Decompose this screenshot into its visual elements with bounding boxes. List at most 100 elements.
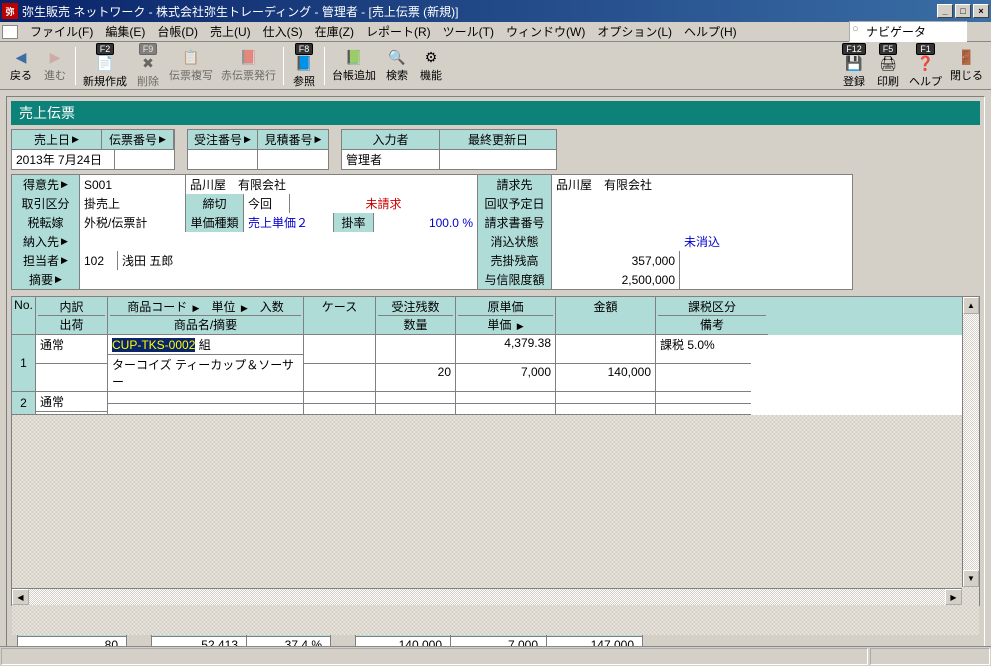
slip-no-value[interactable] xyxy=(115,150,174,169)
sale-date-value[interactable]: 2013年 7月24日 xyxy=(12,150,115,169)
toolbar: ◀戻る ▶進む F2📄新規作成 F9✖削除 📋伝票複写 📕赤伝票発行 F8📘参照… xyxy=(0,42,991,90)
back-button[interactable]: ◀戻る xyxy=(4,48,38,84)
receivable-value: 357,000 xyxy=(552,251,680,270)
search-button[interactable]: 🔍検索 xyxy=(380,48,414,84)
trade-type-label: 取引区分 xyxy=(12,194,80,213)
line-items-grid: No. 内訳出荷 商品コード ▶ 単位 ▶ 入数商品名/摘要 ケース 受注残数数… xyxy=(11,296,980,606)
clear-state-label: 消込状態 xyxy=(478,232,552,251)
unbilled-badge: 未請求 xyxy=(290,194,478,213)
delete-button[interactable]: F9✖削除 xyxy=(131,42,165,90)
menu-sales[interactable]: 売上(U) xyxy=(204,22,257,41)
product-code-cell[interactable]: CUP-TKS-0002 xyxy=(112,338,195,352)
scroll-down-icon[interactable]: ▼ xyxy=(963,570,979,587)
col-case: ケース xyxy=(304,297,376,335)
bill-to-value: 品川屋 有限会社 xyxy=(552,175,852,194)
rep-name[interactable]: 浅田 五郎 xyxy=(118,251,478,270)
col-remain-qty: 受注残数数量 xyxy=(376,297,456,335)
statusbar xyxy=(0,646,991,666)
col-detail-ship: 内訳出荷 xyxy=(36,297,108,335)
window-title: 弥生販売 ネットワーク - 株式会社弥生トレーディング - 管理者 - [売上伝… xyxy=(22,3,935,20)
tax-shift-label: 税転嫁 xyxy=(12,213,80,232)
bill-no-label: 請求書番号 xyxy=(478,213,552,232)
help-button[interactable]: F1❓ヘルプ xyxy=(905,42,946,90)
gear-icon: ⚙ xyxy=(421,49,441,67)
func-button[interactable]: ⚙機能 xyxy=(414,48,448,84)
menu-window[interactable]: ウィンドウ(W) xyxy=(500,22,591,41)
order-no-value[interactable] xyxy=(188,150,258,169)
price-type-value[interactable]: 売上単価２ xyxy=(244,213,334,232)
app-icon: 弥 xyxy=(2,3,18,19)
bill-to-label: 請求先 xyxy=(478,175,552,194)
quote-no-value[interactable] xyxy=(258,150,328,169)
collect-date-value[interactable] xyxy=(552,194,852,213)
table-row[interactable]: 2 通常 xyxy=(12,392,979,415)
price-type-label: 単価種類 xyxy=(186,213,244,232)
receivable-label: 売掛残高 xyxy=(478,251,552,270)
red-slip-button[interactable]: 📕赤伝票発行 xyxy=(217,48,280,84)
slip-no-label: 伝票番号▶ xyxy=(102,130,174,149)
rate-value[interactable]: 100.0 % xyxy=(374,213,478,232)
col-amount: 金額 xyxy=(556,297,656,335)
updated-value xyxy=(440,150,556,169)
table-row[interactable]: 1 通常 CUP-TKS-0002 組ターコイズ ティーカップ＆ソーサー 20 … xyxy=(12,335,979,392)
clear-state-value: 未消込 xyxy=(552,232,852,251)
menu-purchase[interactable]: 仕入(S) xyxy=(257,22,309,41)
register-button[interactable]: F12💾登録 xyxy=(837,42,871,90)
due-value[interactable]: 今回 xyxy=(244,194,290,213)
col-tax-remark: 課税区分備考 xyxy=(656,297,768,335)
due-label: 締切 xyxy=(186,194,244,213)
close-window-button[interactable]: × xyxy=(973,4,989,18)
print-button[interactable]: F5🖨印刷 xyxy=(871,42,905,90)
menu-tool[interactable]: ツール(T) xyxy=(437,22,500,41)
forward-button[interactable]: ▶進む xyxy=(38,48,72,84)
menubar: ファイル(F) 編集(E) 台帳(D) 売上(U) 仕入(S) 在庫(Z) レポ… xyxy=(0,22,991,42)
reference-button[interactable]: F8📘参照 xyxy=(287,42,321,90)
bill-no-value xyxy=(552,213,852,232)
maximize-button[interactable]: □ xyxy=(955,4,971,18)
new-button[interactable]: F2📄新規作成 xyxy=(79,42,131,90)
menu-edit[interactable]: 編集(E) xyxy=(99,22,151,41)
input-by-label: 入力者 xyxy=(342,130,440,149)
scroll-left-icon[interactable]: ◀ xyxy=(12,589,29,605)
collect-date-label: 回収予定日 xyxy=(478,194,552,213)
menu-ledger[interactable]: 台帳(D) xyxy=(151,22,204,41)
credit-value: 2,500,000 xyxy=(552,270,680,289)
red-slip-icon: 📕 xyxy=(239,49,259,67)
back-icon: ◀ xyxy=(11,49,31,67)
memo-label: 摘要▶ xyxy=(12,270,80,289)
customer-label: 得意先▶ xyxy=(12,175,80,194)
trade-type-value[interactable]: 掛売上 xyxy=(80,194,186,213)
close-button[interactable]: 🚪閉じる xyxy=(946,48,987,84)
menu-stock[interactable]: 在庫(Z) xyxy=(309,22,360,41)
new-icon: 📄 xyxy=(95,55,115,73)
navigator-box[interactable]: ナビゲータ xyxy=(849,21,967,42)
menu-help[interactable]: ヘルプ(H) xyxy=(678,22,743,41)
ledger-icon: 📗 xyxy=(344,49,364,67)
deliver-value[interactable] xyxy=(80,232,478,251)
tax-shift-value[interactable]: 外税/伝票計 xyxy=(80,213,186,232)
deliver-label: 納入先▶ xyxy=(12,232,80,251)
save-icon: 💾 xyxy=(844,55,864,73)
minimize-button[interactable]: _ xyxy=(937,4,953,18)
input-by-value: 管理者 xyxy=(342,150,440,169)
copy-slip-button[interactable]: 📋伝票複写 xyxy=(165,48,217,84)
scroll-right-icon[interactable]: ▶ xyxy=(945,589,962,605)
rep-label: 担当者▶ xyxy=(12,251,80,270)
order-no-label: 受注番号▶ xyxy=(188,130,258,149)
menu-report[interactable]: レポート(R) xyxy=(360,22,437,41)
ledger-add-button[interactable]: 📗台帳追加 xyxy=(328,48,380,84)
quote-no-label: 見積番号▶ xyxy=(258,130,328,149)
col-cost-price: 原単価単価 ▶ xyxy=(456,297,556,335)
menu-option[interactable]: オプション(L) xyxy=(591,22,678,41)
copy-icon: 📋 xyxy=(181,49,201,67)
doc-icon xyxy=(2,25,18,39)
scroll-up-icon[interactable]: ▲ xyxy=(963,297,979,314)
customer-name[interactable]: 品川屋 有限会社 xyxy=(186,175,478,194)
vertical-scrollbar[interactable]: ▲ ▼ xyxy=(962,297,979,587)
customer-code[interactable]: S001 xyxy=(80,175,186,194)
menu-file[interactable]: ファイル(F) xyxy=(24,22,99,41)
horizontal-scrollbar[interactable]: ◀ ▶ xyxy=(12,588,962,605)
credit-label: 与信限度額 xyxy=(478,270,552,289)
rep-code[interactable]: 102 xyxy=(80,251,118,270)
memo-value[interactable] xyxy=(80,270,478,289)
